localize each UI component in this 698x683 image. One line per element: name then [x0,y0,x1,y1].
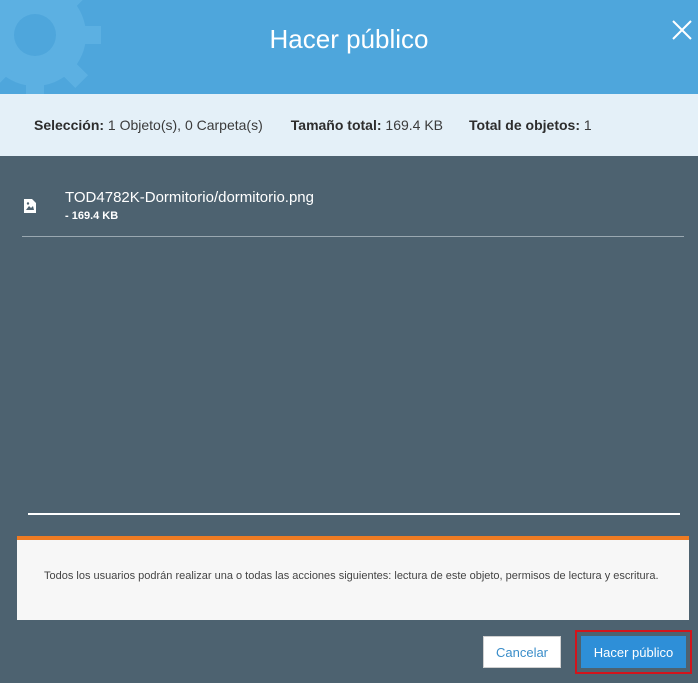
permission-notice: Todos los usuarios podrán realizar una o… [17,536,689,620]
make-public-button-highlight[interactable]: Hacer público [575,630,692,674]
file-list-item: TOD4782K-Dormitorio/dormitorio.png - 169… [22,186,684,237]
cancel-button[interactable]: Cancelar [483,636,561,668]
summary-object-count: Total de objetos: 1 [469,117,592,133]
make-public-button[interactable]: Hacer público [581,636,686,668]
make-public-dialog: Hacer público Selección: 1 Objeto(s), 0 … [0,0,698,683]
close-icon[interactable] [670,18,694,42]
notice-text: Todos los usuarios podrán realizar una o… [44,570,659,582]
file-size: - 169.4 KB [65,210,119,222]
image-file-icon [24,199,36,213]
summary-selection: Selección: 1 Objeto(s), 0 Carpeta(s) [34,117,263,133]
summary-total-size: Tamaño total: 169.4 KB [290,117,444,133]
divider [28,513,680,515]
dialog-header: Hacer público [0,0,698,94]
dialog-title: Hacer público [269,24,429,54]
selection-summary: Selección: 1 Objeto(s), 0 Carpeta(s) Tam… [0,94,698,156]
file-name: TOD4782K-Dormitorio/dormitorio.png [65,189,314,206]
